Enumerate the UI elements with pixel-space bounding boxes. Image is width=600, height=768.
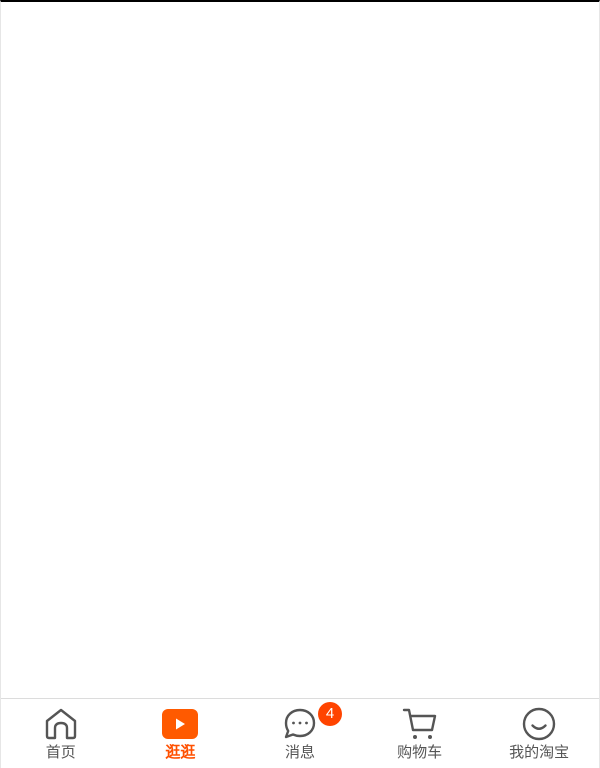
tab-label-my-taobao: 我的淘宝 — [509, 743, 570, 761]
message-count-badge: 4 — [317, 702, 342, 726]
tab-label-messages: 消息 — [284, 743, 315, 761]
main-content-area — [1, 2, 599, 698]
home-icon — [43, 706, 79, 742]
tab-home[interactable]: 首页 — [1, 699, 121, 768]
tab-cart[interactable]: 购物车 — [360, 699, 480, 768]
play-icon — [162, 706, 199, 742]
smile-icon — [521, 706, 557, 742]
tab-label-cart: 购物车 — [397, 743, 443, 761]
tab-label-discover: 逛逛 — [165, 743, 196, 761]
tab-my-taobao[interactable]: 我的淘宝 — [479, 699, 599, 768]
app-screen: 首页 逛逛 4 消息 购物车 我的淘宝 — [0, 0, 600, 768]
message-icon: 4 — [282, 702, 342, 742]
tab-discover[interactable]: 逛逛 — [121, 699, 241, 768]
cart-icon — [402, 706, 438, 742]
bottom-tab-bar: 首页 逛逛 4 消息 购物车 我的淘宝 — [1, 698, 599, 768]
tab-messages[interactable]: 4 消息 — [240, 699, 360, 768]
tab-label-home: 首页 — [45, 743, 76, 761]
